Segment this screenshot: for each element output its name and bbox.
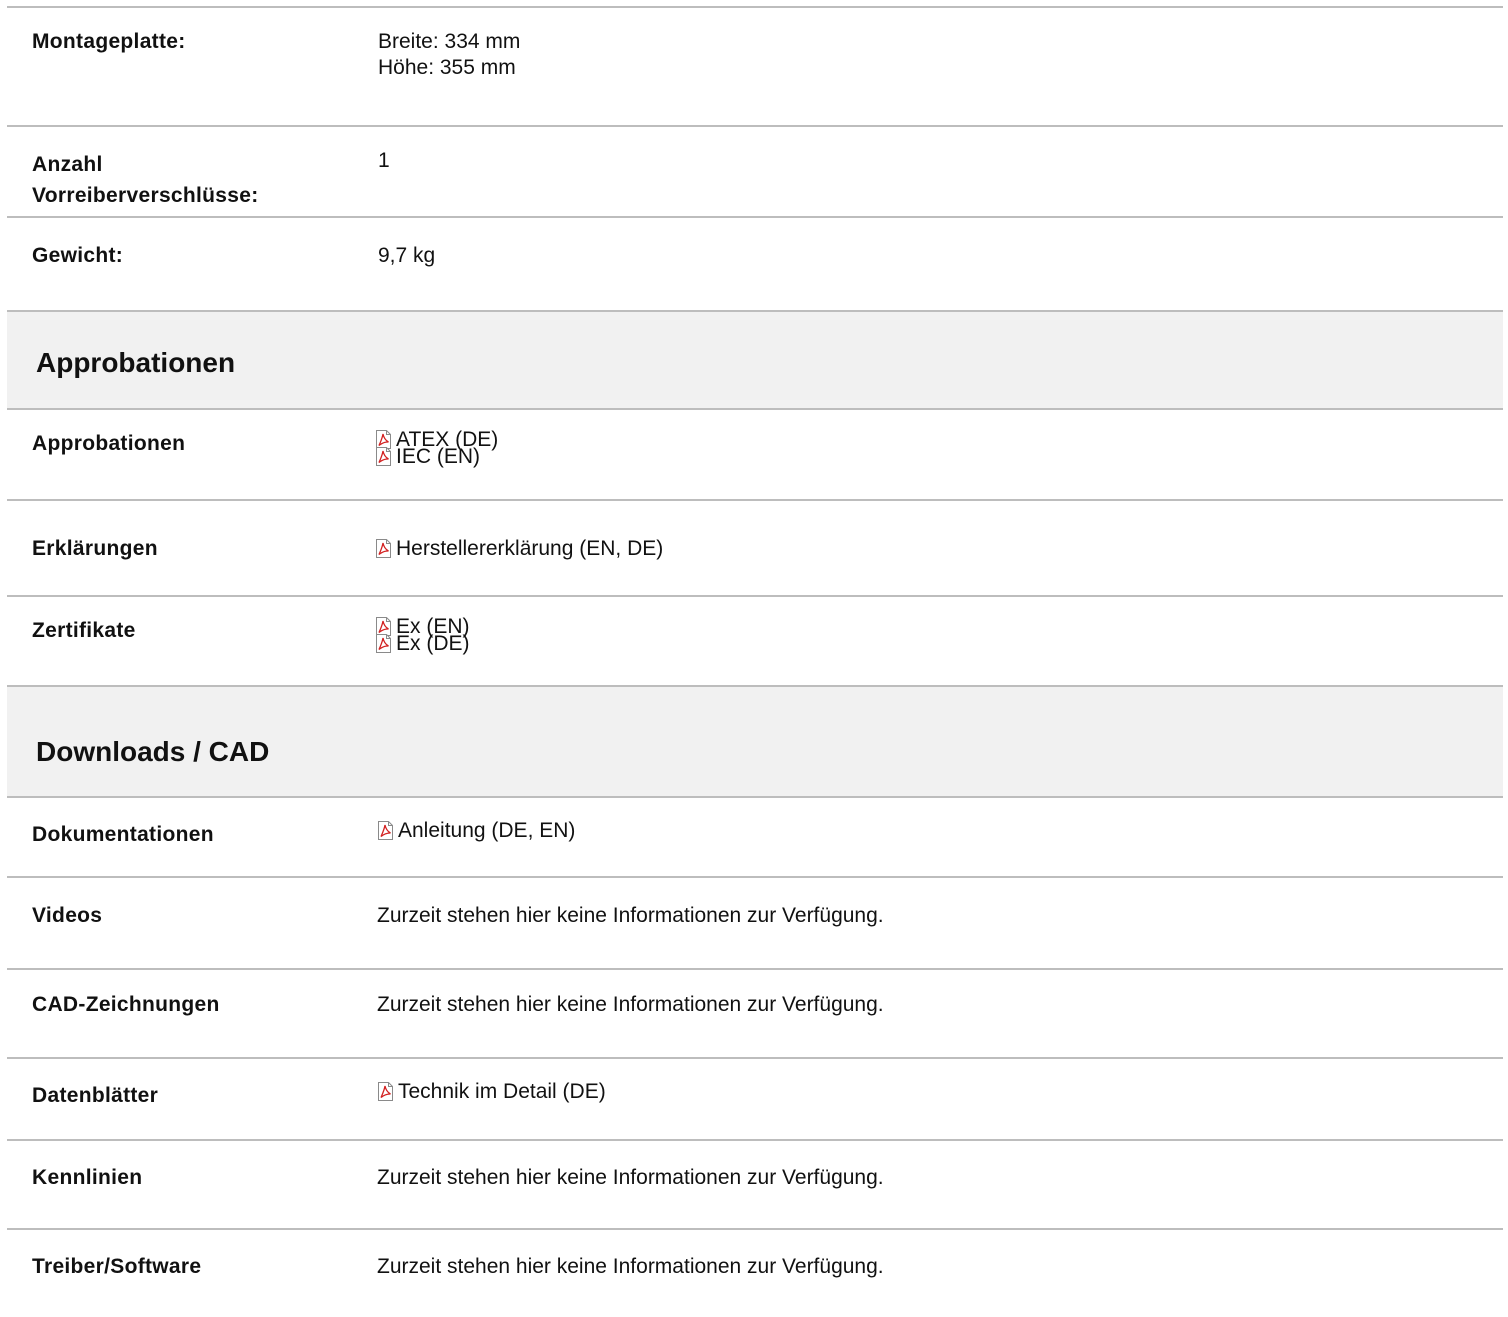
spec-value-line: Breite: 334 mm bbox=[378, 30, 521, 53]
section-title-downloads: Downloads / CAD bbox=[36, 736, 270, 767]
row-label-videos: Videos bbox=[32, 904, 103, 927]
download-link-label: Anleitung (DE, EN) bbox=[398, 819, 576, 842]
download-link[interactable]: Technik im Detail (DE) bbox=[377, 1079, 606, 1105]
row-value-treiber-software: Zurzeit stehen hier keine Informationen … bbox=[377, 1255, 884, 1278]
download-link[interactable]: IEC (EN) bbox=[375, 445, 498, 468]
row-value-datenblaetter: Technik im Detail (DE) bbox=[377, 1079, 606, 1105]
row-label-zertifikate: Zertifikate bbox=[32, 619, 136, 642]
spec-value-gewicht: 9,7 kg bbox=[378, 244, 436, 267]
download-link[interactable]: Ex (DE) bbox=[375, 632, 470, 655]
row-label-datenblaetter: Datenblätter bbox=[32, 1084, 159, 1107]
spec-value-vorreiberverschluesse: 1 bbox=[378, 149, 390, 172]
pdf-icon bbox=[375, 634, 392, 653]
download-link[interactable]: Herstellererklärung (EN, DE) bbox=[375, 536, 663, 562]
divider bbox=[7, 796, 1503, 798]
pdf-icon bbox=[375, 447, 392, 466]
row-value-kennlinien: Zurzeit stehen hier keine Informationen … bbox=[377, 1166, 884, 1189]
spec-label-line: Vorreiberverschlüsse: bbox=[32, 184, 259, 207]
spec-value-montageplatte: Breite: 334 mm Höhe: 355 mm bbox=[378, 29, 520, 81]
divider bbox=[7, 876, 1503, 878]
download-link[interactable]: ATEX (DE) bbox=[375, 428, 498, 451]
row-label-dokumentationen: Dokumentationen bbox=[32, 823, 214, 846]
spec-label-montageplatte: Montageplatte: bbox=[32, 30, 186, 53]
divider bbox=[7, 1057, 1503, 1059]
row-label-cad-zeichnungen: CAD-Zeichnungen bbox=[32, 993, 220, 1016]
row-value-zertifikate: Ex (EN) Ex (DE) bbox=[375, 615, 470, 655]
divider bbox=[7, 1139, 1503, 1141]
spec-label-gewicht: Gewicht: bbox=[32, 244, 124, 267]
pdf-icon bbox=[377, 821, 394, 840]
divider bbox=[7, 6, 1503, 8]
download-link[interactable]: Anleitung (DE, EN) bbox=[377, 818, 575, 844]
row-label-treiber-software: Treiber/Software bbox=[32, 1255, 202, 1278]
download-link-label: Herstellererklärung (EN, DE) bbox=[396, 537, 664, 560]
row-label-kennlinien: Kennlinien bbox=[32, 1166, 143, 1189]
row-value-approbationen: ATEX (DE) IEC (EN) bbox=[375, 428, 498, 468]
row-value-dokumentationen: Anleitung (DE, EN) bbox=[377, 818, 575, 844]
download-link-label: IEC (EN) bbox=[396, 445, 480, 468]
download-link[interactable]: Ex (EN) bbox=[375, 615, 470, 638]
section-title-approbationen: Approbationen bbox=[36, 347, 236, 378]
row-value-cad-zeichnungen: Zurzeit stehen hier keine Informationen … bbox=[377, 993, 884, 1016]
row-value-videos: Zurzeit stehen hier keine Informationen … bbox=[377, 904, 884, 927]
download-link-label: Technik im Detail (DE) bbox=[398, 1080, 606, 1103]
divider bbox=[7, 595, 1503, 597]
divider bbox=[7, 1228, 1503, 1230]
pdf-icon bbox=[377, 1082, 394, 1101]
divider bbox=[7, 216, 1503, 218]
row-label-approbationen: Approbationen bbox=[32, 432, 186, 455]
download-link-label: Ex (DE) bbox=[396, 632, 470, 655]
divider bbox=[7, 125, 1503, 127]
spec-value-line: Höhe: 355 mm bbox=[378, 56, 516, 79]
pdf-icon bbox=[375, 539, 392, 558]
divider bbox=[7, 968, 1503, 970]
spec-label-line: Anzahl bbox=[32, 153, 103, 176]
divider bbox=[7, 408, 1503, 410]
spec-label-vorreiberverschluesse: Anzahl Vorreiberverschlüsse: bbox=[32, 152, 259, 209]
divider bbox=[7, 499, 1503, 501]
row-value-erklaerungen: Herstellererklärung (EN, DE) bbox=[375, 536, 663, 562]
row-label-erklaerungen: Erklärungen bbox=[32, 537, 158, 560]
